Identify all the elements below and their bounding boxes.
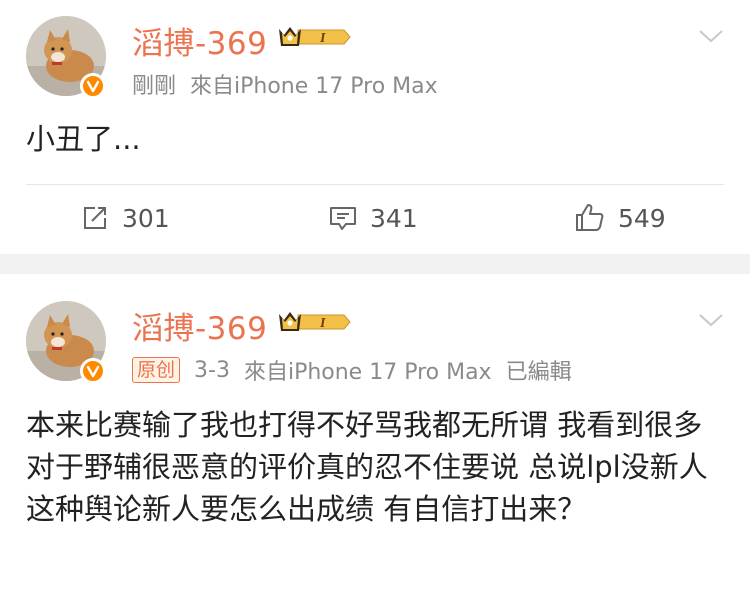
post-content[interactable]: 小丑了...: [26, 118, 724, 160]
repost-button[interactable]: 301: [80, 196, 170, 240]
post-time: 3-3: [194, 357, 230, 383]
comment-button[interactable]: 341: [328, 196, 418, 240]
post-source: 來自iPhone 17 Pro Max: [190, 74, 438, 99]
like-count: 549: [618, 203, 666, 233]
thumbs-up-icon: [576, 204, 604, 231]
post-meta: 原创 3-3 來自iPhone 17 Pro Max 已編輯: [132, 354, 586, 386]
post-actions: 301 341 549: [0, 196, 750, 240]
verified-v-icon: [80, 73, 106, 99]
post-meta: 剛剛 來自iPhone 17 Pro Max: [132, 68, 452, 100]
author-name[interactable]: 滔搏-369: [132, 18, 267, 63]
crown-vip-badge-icon[interactable]: I: [276, 22, 352, 52]
crown-vip-badge-icon[interactable]: I: [276, 307, 352, 337]
weibo-post[interactable]: 滔搏-369 I 剛剛 來自iPhone 17 Pro Max 小丑了... 3…: [0, 0, 750, 254]
post-source: 來自iPhone 17 Pro Max: [243, 360, 492, 385]
chevron-down-icon[interactable]: [698, 312, 724, 328]
svg-text:I: I: [319, 31, 326, 46]
verified-v-icon: [80, 358, 106, 384]
author-name[interactable]: 滔搏-369: [132, 303, 267, 348]
chevron-down-icon[interactable]: [698, 28, 724, 44]
comment-count: 341: [370, 203, 418, 233]
comment-icon: [330, 207, 356, 230]
post-separator: [0, 254, 750, 274]
post-time: 剛剛: [132, 74, 177, 99]
divider: [26, 184, 724, 185]
repost-count: 301: [122, 203, 170, 233]
weibo-post[interactable]: 滔搏-369 I 原创 3-3 來自iPhone 17 Pro Max 已編輯 …: [0, 274, 750, 608]
edited-label: 已編輯: [505, 360, 572, 385]
original-tag: 原创: [132, 357, 181, 383]
repost-icon: [84, 207, 106, 229]
post-content[interactable]: 本来比赛输了我也打得不好骂我都无所谓 我看到很多对于野辅很恶意的评价真的忍不住要…: [26, 404, 724, 530]
svg-text:I: I: [319, 316, 326, 331]
like-button[interactable]: 549: [574, 196, 666, 240]
